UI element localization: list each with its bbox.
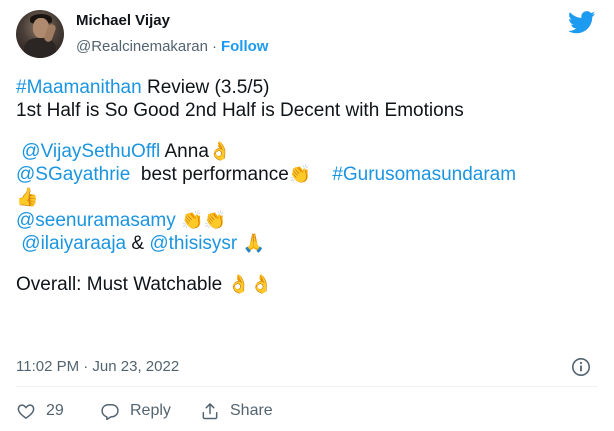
separator: · — [211, 38, 217, 55]
folded-hands-emoji: 🙏 — [242, 233, 265, 254]
twitter-bird-icon[interactable] — [568, 11, 596, 34]
tweet-line-7: @ilaiyaraaja & @thisisysr 🙏 — [16, 232, 606, 255]
hashtag-link[interactable]: #Gurusomasundaram — [332, 164, 516, 185]
tweet-card: Michael Vijay @Realcinemakaran · Follow #M… — [0, 0, 614, 431]
avatar[interactable] — [16, 10, 64, 58]
tweet-line-9: Overall: Must Watchable 👌👌 — [16, 273, 606, 296]
mention-link[interactable]: @SGayathrie — [16, 164, 130, 185]
reply-label: Reply — [130, 402, 171, 419]
mention-link[interactable]: @VijaySethuOffl — [21, 141, 160, 162]
mention-link[interactable]: @seenuramasamy — [16, 210, 176, 231]
hashtag-link[interactable]: #Maamanithan — [16, 77, 142, 98]
heart-icon — [17, 404, 35, 419]
tweet-text-segment: 1st Half is So Good 2nd Half is Decent w… — [16, 100, 464, 121]
reply-icon — [101, 404, 119, 421]
share-button[interactable]: Share — [200, 401, 273, 421]
reply-button[interactable]: Reply — [100, 401, 171, 421]
tweet-line-2: 1st Half is So Good 2nd Half is Decent w… — [16, 99, 606, 122]
tweet-line-1: #Maamanithan Review (3.5/5) — [16, 76, 606, 99]
ok-hand-emoji: 👌👌 — [227, 274, 273, 295]
share-icon — [202, 403, 218, 420]
tweet-text-segment: Anna — [160, 141, 209, 162]
author-name[interactable]: Michael Vijay — [76, 12, 170, 29]
mention-link[interactable]: @ilaiyaraaja — [21, 233, 126, 254]
follow-button[interactable]: Follow — [221, 38, 269, 55]
like-count: 29 — [46, 402, 64, 419]
author-handle-row: @Realcinemakaran · Follow — [76, 38, 268, 55]
divider — [16, 386, 598, 387]
tweet-timestamp[interactable]: 11:02 PM · Jun 23, 2022 — [16, 358, 179, 375]
ok-hand-emoji: 👌 — [208, 141, 232, 162]
info-icon[interactable] — [571, 357, 591, 377]
tweet-text-segment: Overall: Must Watchable — [16, 274, 228, 295]
clapping-hands-emoji: 👏👏 — [181, 210, 226, 231]
tweet-line-6: @seenuramasamy 👏👏 — [16, 209, 606, 232]
share-label: Share — [230, 402, 273, 419]
mention-link[interactable]: @thisisysr — [149, 233, 237, 254]
thumbs-up-emoji: 👍 — [16, 187, 39, 208]
tweet-text-segment: & — [126, 233, 150, 254]
tweet-line-4: @SGayathrie best performance👏 #Gurusomas… — [16, 163, 606, 186]
tweet-line-3: @VijaySethuOffl Anna👌 — [16, 140, 606, 163]
tweet-text: #Maamanithan Review (3.5/5) 1st Half is … — [16, 76, 606, 296]
clapping-hands-emoji: 👏 — [288, 164, 312, 185]
tweet-text-segment: Review (3.5/5) — [141, 77, 270, 98]
tweet-text-segment: best performance — [130, 164, 289, 185]
author-handle[interactable]: @Realcinemakaran — [76, 38, 208, 55]
tweet-line-5: 👍 — [16, 186, 606, 209]
like-button[interactable]: 29 — [16, 401, 64, 421]
